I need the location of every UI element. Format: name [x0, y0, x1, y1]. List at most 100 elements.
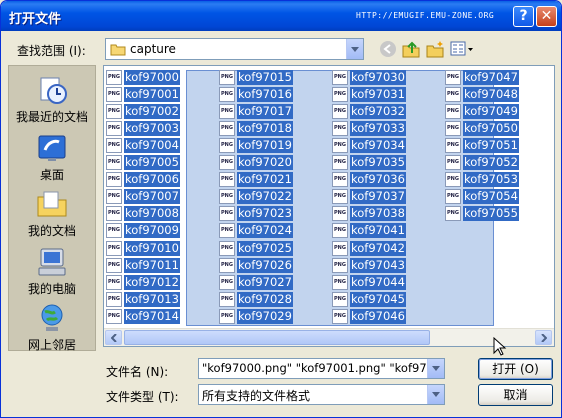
file-item[interactable]: PNG kof97033 [332, 120, 406, 136]
file-item[interactable]: PNG kof97032 [332, 103, 406, 119]
file-item[interactable]: PNG kof97041 [332, 223, 406, 239]
file-item[interactable]: PNG kof97037 [332, 189, 406, 205]
place-my-computer[interactable]: 我的电脑 [9, 246, 95, 297]
place-desktop[interactable]: 桌面 [9, 132, 95, 183]
close-button[interactable]: ✕ [536, 6, 557, 27]
file-item[interactable]: PNG kof97006 [106, 172, 180, 188]
png-file-icon: PNG [445, 137, 461, 153]
file-name: kof97001 [124, 86, 180, 102]
file-item[interactable]: PNG kof97044 [332, 274, 406, 290]
file-item[interactable]: PNG kof97052 [445, 155, 519, 171]
file-item[interactable]: PNG kof97042 [332, 240, 406, 256]
file-item[interactable]: PNG kof97051 [445, 137, 519, 153]
file-item[interactable]: PNG kof97014 [106, 308, 180, 324]
file-item[interactable]: PNG kof97036 [332, 172, 406, 188]
file-name: kof97042 [350, 240, 406, 256]
file-item[interactable]: PNG kof97024 [219, 223, 293, 239]
file-item[interactable]: PNG kof97004 [106, 137, 180, 153]
chevron-right-icon [540, 333, 547, 342]
filename-value[interactable]: "kof97000.png" "kof97001.png" "kof9700 [202, 361, 426, 375]
file-item[interactable]: PNG kof97055 [445, 206, 519, 222]
file-item[interactable]: PNG kof97038 [332, 206, 406, 222]
png-file-icon: PNG [106, 137, 122, 153]
filename-combo[interactable]: "kof97000.png" "kof97001.png" "kof9700 [198, 358, 445, 379]
file-item[interactable]: PNG kof97045 [332, 291, 406, 307]
file-item[interactable]: PNG kof97015 [219, 69, 293, 85]
file-item[interactable]: PNG kof97025 [219, 240, 293, 256]
file-item[interactable]: PNG kof97054 [445, 189, 519, 205]
png-file-icon: PNG [332, 189, 348, 205]
filetype-dropdown-button[interactable] [427, 385, 444, 404]
file-item[interactable]: PNG kof97029 [219, 308, 293, 324]
file-item[interactable]: PNG kof97000 [106, 69, 180, 85]
file-item[interactable]: PNG kof97009 [106, 223, 180, 239]
png-file-icon: PNG [219, 274, 235, 290]
title-bar[interactable]: 打开文件 HTTP://EMUGIF.EMU-ZONE.ORG ? ✕ [1, 1, 561, 31]
file-item[interactable]: PNG kof97050 [445, 120, 519, 136]
scroll-right-button[interactable] [535, 330, 552, 345]
scroll-left-button[interactable] [105, 330, 122, 345]
file-name: kof97026 [237, 257, 293, 273]
file-item[interactable]: PNG kof97012 [106, 274, 180, 290]
view-menu-icon[interactable] [450, 39, 474, 59]
file-name: kof97015 [237, 69, 293, 85]
file-name: kof97027 [237, 274, 293, 290]
file-item[interactable]: PNG kof97017 [219, 103, 293, 119]
png-file-icon: PNG [332, 274, 348, 290]
png-file-icon: PNG [219, 69, 235, 85]
place-network-places[interactable]: 网上邻居 [9, 302, 95, 353]
file-list[interactable]: PNG kof97000 PNG kof97001 PNG kof97002 PNG kof9… [103, 65, 555, 347]
place-label: 我的文档 [27, 224, 76, 238]
file-item[interactable]: PNG kof97005 [106, 155, 180, 171]
file-item[interactable]: PNG kof97003 [106, 120, 180, 136]
png-file-icon: PNG [332, 137, 348, 153]
file-item[interactable]: PNG kof97043 [332, 257, 406, 273]
file-item[interactable]: PNG kof97011 [106, 257, 180, 273]
look-in-dropdown-button[interactable] [346, 39, 363, 59]
scroll-thumb[interactable] [124, 330, 430, 345]
file-name: kof97000 [124, 69, 180, 85]
file-item[interactable]: PNG kof97027 [219, 274, 293, 290]
file-item[interactable]: PNG kof97047 [445, 69, 519, 85]
file-item[interactable]: PNG kof97046 [332, 308, 406, 324]
file-item[interactable]: PNG kof97030 [332, 69, 406, 85]
file-name: kof97016 [237, 86, 293, 102]
file-item[interactable]: PNG kof97018 [219, 120, 293, 136]
horizontal-scrollbar[interactable] [104, 328, 554, 346]
file-name: kof97025 [237, 240, 293, 256]
file-item[interactable]: PNG kof97031 [332, 86, 406, 102]
file-item[interactable]: PNG kof97049 [445, 103, 519, 119]
open-button[interactable]: 打开 (O) [478, 358, 553, 380]
file-item[interactable]: PNG kof97010 [106, 240, 180, 256]
file-item[interactable]: PNG kof97016 [219, 86, 293, 102]
file-item[interactable]: PNG kof97013 [106, 291, 180, 307]
filename-dropdown-button[interactable] [427, 359, 444, 378]
file-item[interactable]: PNG kof97002 [106, 103, 180, 119]
file-item[interactable]: PNG kof97008 [106, 206, 180, 222]
file-name: kof97013 [124, 291, 180, 307]
file-item[interactable]: PNG kof97020 [219, 155, 293, 171]
file-item[interactable]: PNG kof97021 [219, 172, 293, 188]
help-button[interactable]: ? [513, 6, 534, 27]
filetype-combo[interactable]: 所有支持的文件格式 [198, 384, 445, 405]
cancel-button[interactable]: 取消 [478, 384, 553, 406]
file-name: kof97032 [350, 103, 406, 119]
place-my-documents[interactable]: 我的文档 [9, 188, 95, 239]
file-item[interactable]: PNG kof97007 [106, 189, 180, 205]
file-item[interactable]: PNG kof97019 [219, 137, 293, 153]
file-item[interactable]: PNG kof97026 [219, 257, 293, 273]
new-folder-icon[interactable] [425, 39, 445, 59]
file-item[interactable]: PNG kof97022 [219, 189, 293, 205]
file-item[interactable]: PNG kof97023 [219, 206, 293, 222]
file-item[interactable]: PNG kof97034 [332, 137, 406, 153]
file-item[interactable]: PNG kof97028 [219, 291, 293, 307]
back-icon[interactable] [378, 39, 398, 59]
file-item[interactable]: PNG kof97001 [106, 86, 180, 102]
png-file-icon: PNG [219, 257, 235, 273]
file-item[interactable]: PNG kof97048 [445, 86, 519, 102]
up-folder-icon[interactable] [401, 39, 421, 59]
file-item[interactable]: PNG kof97035 [332, 155, 406, 171]
place-recent-documents[interactable]: 我最近的文档 [9, 74, 95, 125]
look-in-combo[interactable]: capture [105, 38, 364, 60]
file-item[interactable]: PNG kof97053 [445, 172, 519, 188]
